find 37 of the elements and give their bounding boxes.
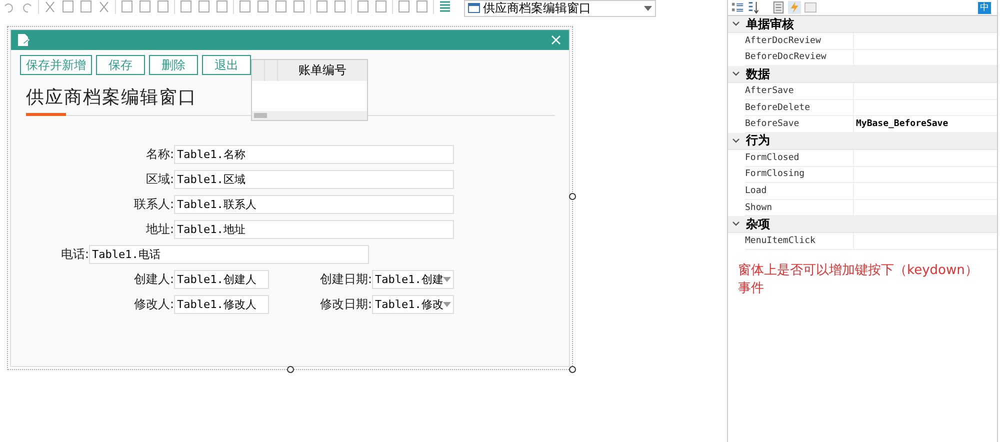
field-label: 电话: — [60, 246, 89, 263]
field-label: 创建人: — [132, 271, 174, 288]
category-label: 行为 — [746, 132, 770, 150]
field-label: 地址: — [144, 221, 174, 238]
category-label: 杂项 — [746, 216, 770, 233]
property-name[interactable]: Shown — [745, 200, 854, 216]
form-selector[interactable]: 供应商档案编辑窗口 — [464, 0, 656, 16]
property-name[interactable]: AfterDocReview — [745, 33, 854, 49]
text-field[interactable]: Table1.电话 — [89, 245, 369, 264]
form-heading: 供应商档案编辑窗口 — [26, 86, 198, 109]
field-label: 联系人: — [132, 196, 174, 213]
property-name[interactable]: AfterSave — [745, 83, 854, 99]
field-label: 创建日期: — [318, 271, 372, 288]
text-field[interactable]: Table1.联系人 — [174, 195, 454, 214]
property-name[interactable]: Load — [745, 183, 854, 199]
property-name[interactable]: BeforeSave — [745, 116, 854, 132]
property-name[interactable]: BeforeDelete — [745, 100, 854, 116]
text-field[interactable]: Table1.创建人 — [174, 270, 269, 289]
category-label: 数据 — [746, 66, 770, 83]
field-label: 修改人: — [132, 296, 174, 313]
property-name[interactable]: FormClosed — [745, 150, 854, 166]
property-value[interactable]: MyBase_BeforeSave — [856, 119, 948, 130]
dropdown-field[interactable]: Table1.创建 — [372, 270, 454, 289]
text-field[interactable]: Table1.地址 — [174, 220, 454, 239]
text-field[interactable]: Table1.区域 — [174, 170, 454, 189]
property-name[interactable]: MenuItemClick — [745, 233, 854, 249]
ime-badge[interactable]: 中 — [978, 2, 991, 14]
category-label: 单据审核 — [746, 16, 794, 32]
dropdown-field[interactable]: Table1.修改 — [372, 295, 454, 314]
text-field[interactable]: Table1.名称 — [174, 145, 454, 164]
field-label: 区域: — [144, 171, 174, 188]
note-text: 窗体上是否可以增加键按下（keydown）事件 — [738, 262, 979, 298]
property-name[interactable]: BeforeDocReview — [745, 50, 854, 66]
property-name[interactable]: FormClosing — [745, 166, 854, 182]
text-field[interactable]: Table1.修改人 — [174, 295, 269, 314]
field-label: 名称: — [144, 146, 174, 163]
field-label: 修改日期: — [318, 296, 372, 313]
